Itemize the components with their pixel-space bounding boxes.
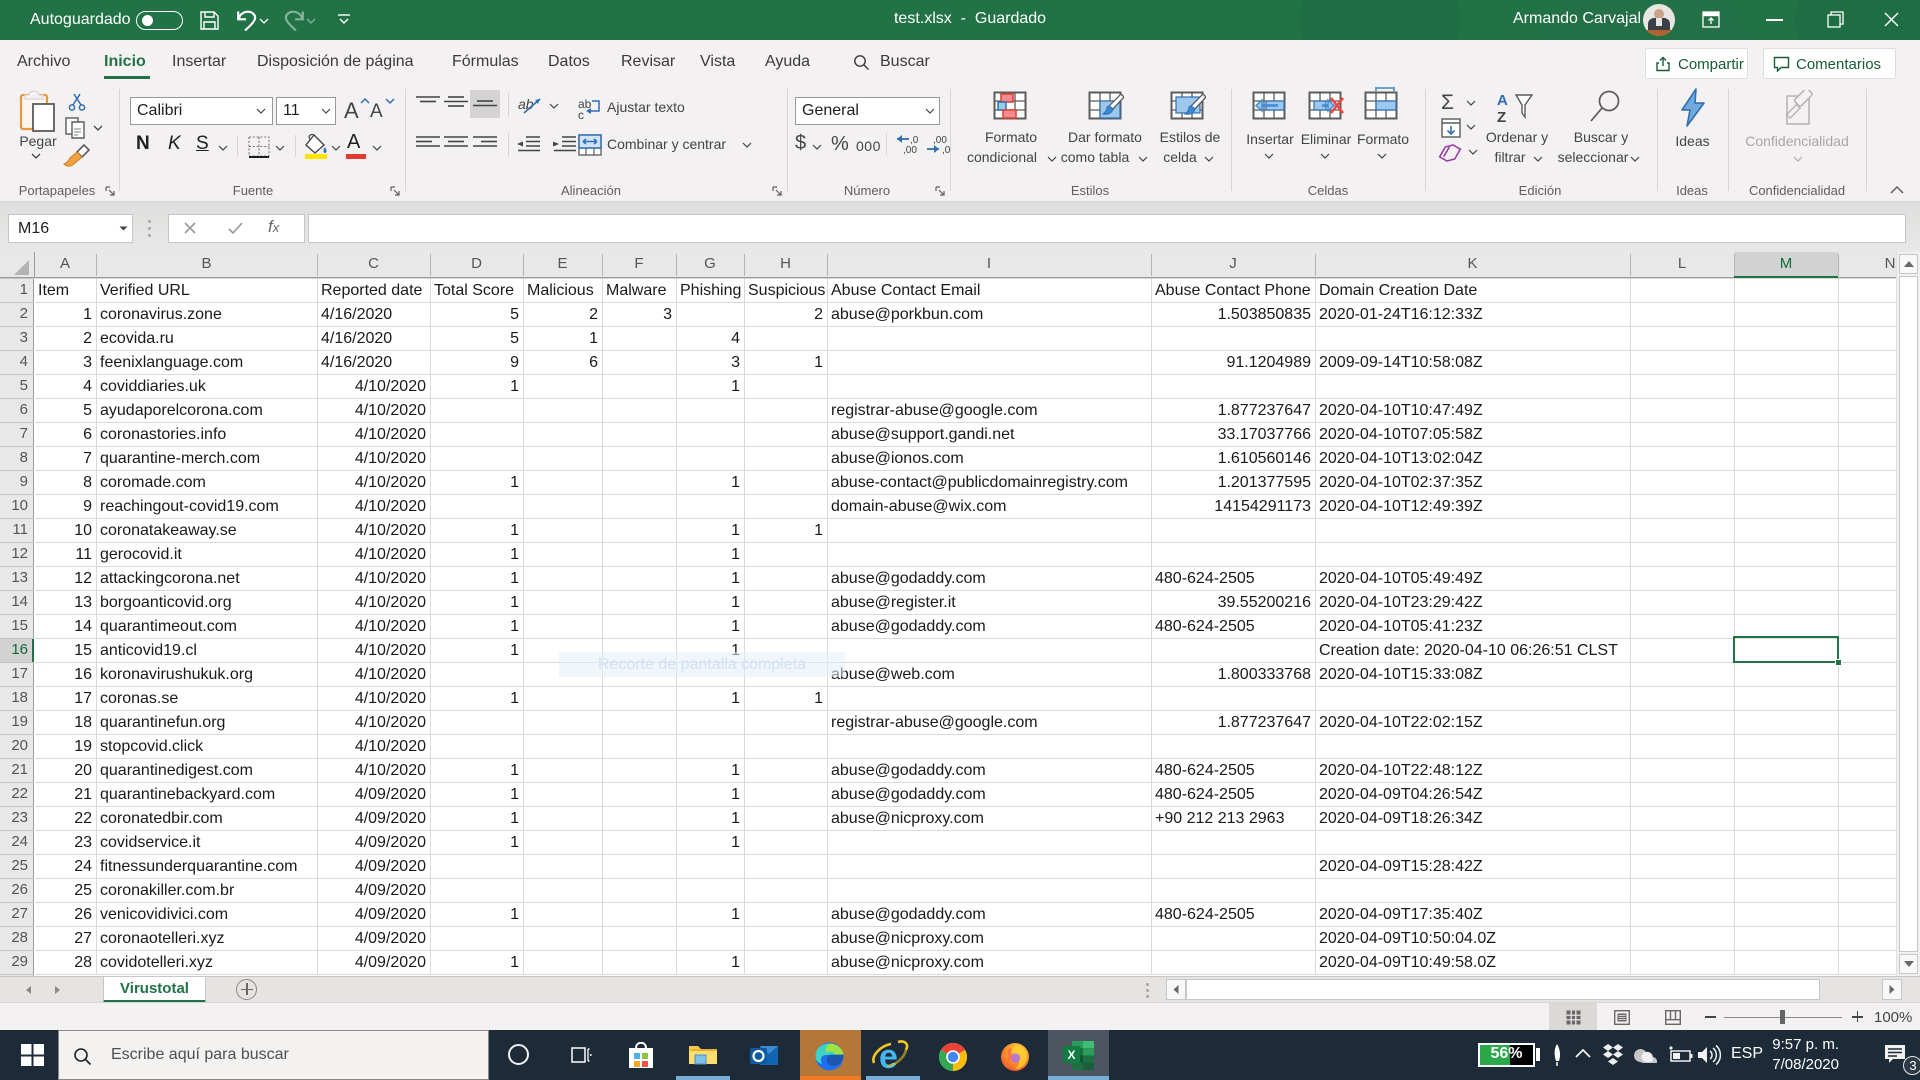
svg-text:A: A xyxy=(1497,92,1508,109)
svg-text:c: c xyxy=(578,108,584,119)
svg-text:,00: ,00 xyxy=(903,145,917,155)
svg-text:Z: Z xyxy=(1497,109,1506,125)
svg-text:ab: ab xyxy=(518,96,534,112)
svg-text:X: X xyxy=(1067,1048,1075,1062)
